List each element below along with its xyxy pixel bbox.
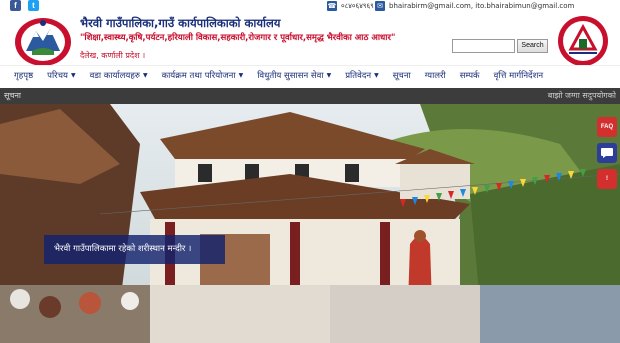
nav-item-label: सूचना bbox=[392, 71, 411, 81]
hero-slider[interactable] bbox=[0, 104, 620, 304]
nav-item-4[interactable]: विधुतीय सुसासन सेवा ▼ bbox=[257, 70, 331, 81]
faq-icon: FAQ bbox=[600, 124, 614, 130]
alert-button[interactable]: ! bbox=[597, 169, 617, 189]
facebook-icon[interactable]: f bbox=[10, 0, 21, 11]
page-title: भैरवी गाउँपालिका,गाउँ कार्यपालिकाको कार्… bbox=[80, 16, 281, 30]
ticker-text[interactable]: बाझो जग्गा सदुपयोगको bbox=[548, 90, 616, 101]
site-header: भैरवी गाउँपालिका,गाउँ कार्यपालिकाको कार्… bbox=[0, 12, 620, 66]
nav-item-9[interactable]: वृत्ति मार्गनिर्देशन bbox=[494, 70, 544, 81]
municipality-logo bbox=[558, 16, 608, 66]
nav-item-label: सम्पर्क bbox=[459, 71, 480, 81]
twitter-icon[interactable]: t bbox=[28, 0, 39, 11]
temple-photo bbox=[0, 104, 620, 304]
chevron-down-icon: ▼ bbox=[374, 72, 379, 79]
nav-item-7[interactable]: ग्यालरी bbox=[425, 70, 446, 81]
nav-item-5[interactable]: प्रतिवेदन ▼ bbox=[345, 70, 378, 81]
nav-item-0[interactable]: गृहपृष्ठ bbox=[14, 70, 33, 81]
chevron-down-icon: ▼ bbox=[238, 72, 244, 79]
nepal-emblem-icon bbox=[15, 18, 71, 66]
chat-button[interactable] bbox=[597, 143, 617, 163]
nav-item-label: विधुतीय सुसासन सेवा bbox=[257, 71, 324, 81]
search-input[interactable] bbox=[452, 39, 515, 53]
phone-icon: ☎ bbox=[327, 1, 337, 11]
nav-item-label: वृत्ति मार्गनिर्देशन bbox=[493, 71, 544, 81]
notice-ticker: सूचना बाझो जग्गा सदुपयोगको bbox=[0, 88, 620, 104]
search-button[interactable]: Search bbox=[517, 39, 548, 53]
nav-item-label: गृहपृष्ठ bbox=[14, 71, 34, 81]
alert-icon: ! bbox=[606, 176, 608, 182]
phone-contact: ☎ ०८४०६४९६९ bbox=[327, 0, 374, 12]
nav-item-3[interactable]: कार्यक्रम तथा परियोजना ▼ bbox=[162, 70, 244, 81]
nav-item-label: वडा कार्यालयहरु bbox=[89, 71, 140, 81]
main-nav: गृहपृष्ठ परिचय ▼ वडा कार्यालयहरु ▼ कार्यक्रम … bbox=[0, 65, 620, 85]
top-bar: f t ☎ ०८४०६४९६९ ✉ bhairabirm@gmail.com, … bbox=[0, 0, 620, 12]
chevron-down-icon: ▼ bbox=[326, 72, 332, 79]
nav-item-2[interactable]: वडा कार्यालयहरु ▼ bbox=[90, 70, 148, 81]
nav-item-1[interactable]: परिचय ▼ bbox=[47, 70, 75, 81]
chat-icon bbox=[601, 148, 613, 158]
nav-item-label: प्रतिवेदन bbox=[345, 71, 372, 81]
nav-item-label: परिचय bbox=[47, 71, 68, 81]
nav-item-label: ग्यालरी bbox=[424, 71, 446, 81]
email-address[interactable]: bhairabirm@gmail.com, ito.bhairabimun@gm… bbox=[389, 0, 574, 12]
email-icon: ✉ bbox=[375, 1, 385, 11]
ticker-label: सूचना bbox=[4, 91, 21, 100]
crowd-photo bbox=[0, 285, 620, 343]
slide-caption: भैरवी गाउँपालिकामा रहेको शरीस्थान मन्दीर… bbox=[44, 235, 225, 264]
nav-item-8[interactable]: सम्पर्क bbox=[460, 70, 480, 81]
email-contact: ✉ bhairabirm@gmail.com, ito.bhairabimun@… bbox=[375, 0, 574, 12]
slogan: "शिक्षा,स्वास्थ्य,कृषि,पर्यटन,हरियाली वि… bbox=[80, 33, 396, 43]
crowd-photo-strip bbox=[0, 285, 620, 343]
chevron-down-icon: ▼ bbox=[142, 72, 148, 79]
chevron-down-icon: ▼ bbox=[70, 72, 76, 79]
phone-number: ०८४०६४९६९ bbox=[341, 2, 374, 10]
nav-item-6[interactable]: सूचना bbox=[393, 70, 411, 81]
faq-button[interactable]: FAQ bbox=[597, 117, 617, 137]
nav-item-label: कार्यक्रम तथा परियोजना bbox=[161, 71, 236, 81]
address: दैलेख, कर्णाली प्रदेश । bbox=[80, 51, 146, 60]
